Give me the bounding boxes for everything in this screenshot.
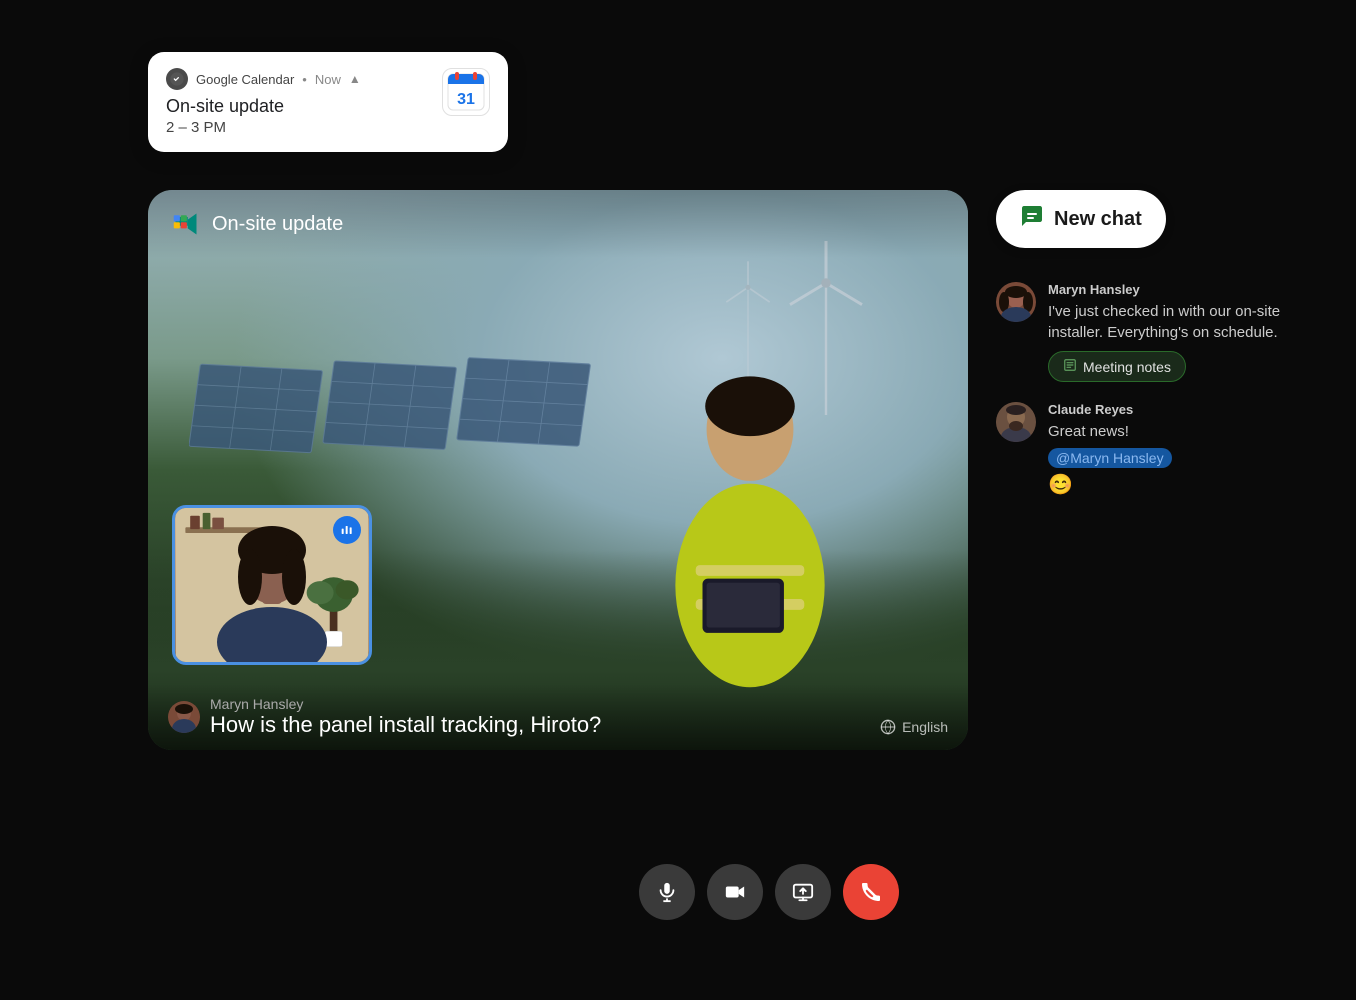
meet-logo-icon [172,210,200,238]
caption-bar: Maryn Hansley How is the panel install t… [148,684,968,750]
chat-text-maryn: I've just checked in with our on-site in… [1048,301,1296,343]
chevron-up-icon: ▲ [349,72,361,86]
calendar-badge: 31 [442,68,490,116]
notification-content: Google Calendar • Now ▲ On-site update 2… [166,68,361,136]
audio-indicator [333,516,361,544]
self-video-tile [172,505,372,665]
meet-header: On-site update [148,190,968,258]
new-chat-button[interactable]: New chat [996,190,1166,248]
video-background [148,190,968,750]
main-person-figure [630,314,870,694]
notification-subtitle: 2 – 3 PM [166,119,361,136]
svg-text:31: 31 [457,91,475,108]
video-call-container: On-site update [148,190,968,750]
controls-bar [639,864,899,920]
notification-card: Google Calendar • Now ▲ On-site update 2… [148,52,508,152]
notification-title: On-site update [166,96,361,117]
chat-messages: Maryn Hansley I've just checked in with … [996,272,1296,507]
mic-button[interactable] [639,864,695,920]
chat-sender-maryn: Maryn Hansley [1048,282,1296,297]
camera-button[interactable] [707,864,763,920]
end-call-button[interactable] [843,864,899,920]
gcal-icon [166,68,188,90]
chat-sender-claude: Claude Reyes [1048,402,1296,417]
chat-text-claude: Great news! [1048,421,1296,442]
chat-message-claude: Claude Reyes Great news! @Maryn Hansley … [996,392,1296,507]
language-indicator: English [880,719,948,735]
notification-source: Google Calendar [196,72,294,87]
notes-icon [1063,358,1077,375]
meet-call-title: On-site update [212,213,343,236]
chat-message-maryn: Maryn Hansley I've just checked in with … [996,272,1296,392]
chat-content-claude: Claude Reyes Great news! @Maryn Hansley … [1048,402,1296,497]
new-chat-label: New chat [1054,208,1142,231]
caption-row: Maryn Hansley How is the panel install t… [168,696,948,738]
caption-speaker-name: Maryn Hansley [210,696,601,712]
new-chat-icon [1020,204,1044,234]
present-button[interactable] [775,864,831,920]
chat-content-maryn: Maryn Hansley I've just checked in with … [1048,282,1296,382]
self-person-figure [192,512,352,662]
avatar-claude [996,402,1036,442]
notification-time: Now [315,72,341,87]
reaction-emoji: 😊 [1048,472,1296,497]
notification-header: Google Calendar • Now ▲ [166,68,361,90]
meeting-notes-chip[interactable]: Meeting notes [1048,351,1186,382]
chat-panel: New chat Maryn Hansley I've just checked… [996,190,1296,507]
notification-dot: • [302,72,307,87]
caption-avatar [168,701,200,733]
meeting-notes-label: Meeting notes [1083,359,1171,375]
caption-text: How is the panel install tracking, Hirot… [210,712,601,738]
language-label: English [902,719,948,735]
avatar-maryn [996,282,1036,322]
mention-maryn: @Maryn Hansley [1048,448,1172,468]
